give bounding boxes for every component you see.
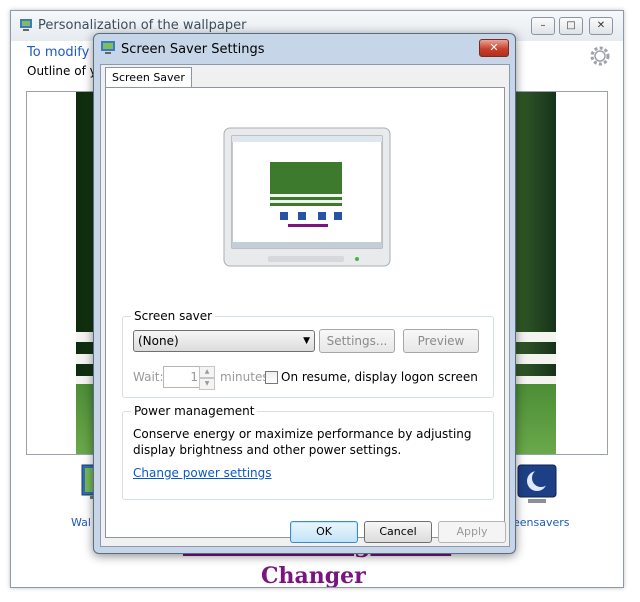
ok-button[interactable]: OK xyxy=(290,521,358,543)
maximize-button[interactable]: □ xyxy=(559,17,583,35)
page-heading: To modify t xyxy=(27,45,99,60)
dropdown-arrow-icon: ▼ xyxy=(303,336,310,346)
close-button[interactable]: ✕ xyxy=(589,17,613,35)
resume-logon-label[interactable]: On resume, display logon screen xyxy=(281,370,478,384)
monitor-preview-icon xyxy=(223,127,391,267)
settings-button[interactable]: Settings... xyxy=(319,329,395,353)
gear-icon[interactable] xyxy=(587,43,613,69)
screen-saver-selected-value: (None) xyxy=(138,334,179,348)
screen-saver-select[interactable]: (None) ▼ xyxy=(133,330,315,352)
power-management-group: Power management Conserve energy or maxi… xyxy=(122,404,494,500)
preview-button[interactable]: Preview xyxy=(403,329,479,353)
app-icon xyxy=(101,41,115,54)
screensavers-link[interactable]: eensavers xyxy=(513,516,570,529)
wait-label: Wait: xyxy=(133,370,164,384)
screen-saver-group: Screen saver (None) ▼ Settings... Previe… xyxy=(122,309,494,398)
dialog-close-button[interactable]: ✕ xyxy=(479,39,509,57)
cancel-button[interactable]: Cancel xyxy=(364,521,432,543)
dialog-body: Screen Saver Screen saver (None) ▼ Setti… xyxy=(100,64,510,547)
window-title: Personalization of the wallpaper xyxy=(38,18,247,33)
wait-spinner[interactable]: ▲ ▼ xyxy=(199,366,215,390)
caption-line-2: Changer xyxy=(261,563,366,587)
wait-minutes-input[interactable]: 1 xyxy=(163,366,203,388)
screensaver-moon-icon[interactable] xyxy=(516,463,558,507)
tab-panel: Screen saver (None) ▼ Settings... Previe… xyxy=(105,87,505,538)
resume-logon-checkbox[interactable] xyxy=(265,371,278,384)
spin-up-icon[interactable]: ▲ xyxy=(199,366,215,378)
wallpaper-link[interactable]: Wal xyxy=(71,516,91,529)
spin-down-icon[interactable]: ▼ xyxy=(199,378,215,390)
power-management-label: Power management xyxy=(131,404,258,418)
dialog-title: Screen Saver Settings xyxy=(121,42,265,57)
change-power-settings-link[interactable]: Change power settings xyxy=(133,466,272,480)
screen-saver-dialog: Screen Saver Settings ✕ Screen Saver Scr… xyxy=(93,33,516,554)
screen-saver-group-label: Screen saver xyxy=(131,309,216,323)
minutes-label: minutes xyxy=(220,370,269,384)
minimize-button[interactable]: – xyxy=(531,17,555,35)
tab-screen-saver[interactable]: Screen Saver xyxy=(105,67,192,87)
apply-button[interactable]: Apply xyxy=(438,521,506,543)
app-icon xyxy=(20,19,32,31)
power-description: Conserve energy or maximize performance … xyxy=(133,427,472,457)
